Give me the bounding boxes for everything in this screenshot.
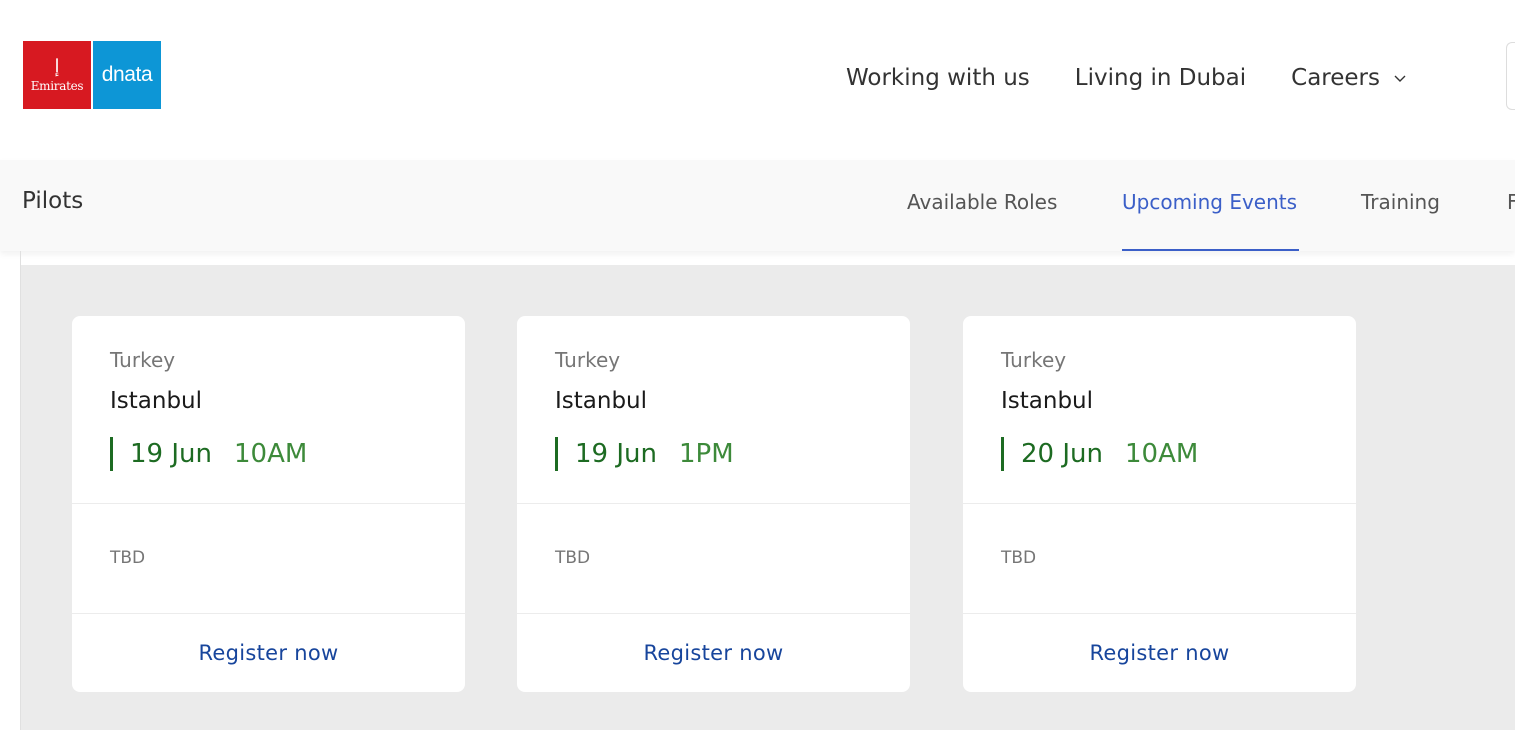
- event-datetime: 19 Jun 1PM: [555, 437, 734, 471]
- card-divider: [963, 503, 1356, 504]
- nav-living-in-dubai[interactable]: Living in Dubai: [1075, 65, 1246, 91]
- event-card: Turkey Istanbul 19 Jun 10AM TBD Register…: [72, 316, 465, 692]
- tab-upcoming-events[interactable]: Upcoming Events: [1122, 190, 1297, 214]
- event-card: Turkey Istanbul 20 Jun 10AM TBD Register…: [963, 316, 1356, 692]
- active-tab-indicator: [1122, 249, 1299, 251]
- tab-truncated[interactable]: F: [1507, 190, 1515, 214]
- nav-careers-label: Careers: [1291, 65, 1380, 91]
- event-date: 19 Jun: [130, 439, 212, 469]
- section-title: Pilots: [22, 188, 84, 214]
- search-box[interactable]: [1506, 42, 1515, 110]
- card-divider: [72, 503, 465, 504]
- tab-available-roles[interactable]: Available Roles: [907, 190, 1057, 214]
- chevron-down-icon: [1394, 75, 1406, 82]
- main-nav: Working with us Living in Dubai Careers: [846, 62, 1406, 94]
- event-country: Turkey: [1001, 348, 1067, 372]
- nav-working-with-us[interactable]: Working with us: [846, 65, 1030, 91]
- event-time: 10AM: [233, 439, 308, 469]
- card-divider: [517, 503, 910, 504]
- event-card-header: Turkey Istanbul 19 Jun 10AM: [72, 316, 465, 504]
- event-city: Istanbul: [110, 388, 203, 414]
- emirates-dnata-logo[interactable]: إ Emirates dnata: [23, 41, 161, 109]
- emirates-calligraphy-icon: إ: [54, 56, 60, 77]
- event-card-header: Turkey Istanbul 20 Jun 10AM: [963, 316, 1356, 504]
- event-date: 20 Jun: [1021, 439, 1103, 469]
- event-venue: TBD: [1001, 548, 1037, 568]
- register-now-link[interactable]: Register now: [963, 614, 1356, 692]
- register-now-link[interactable]: Register now: [72, 614, 465, 692]
- dnata-logo-text: dnata: [101, 63, 153, 86]
- event-time: 10AM: [1124, 439, 1199, 469]
- event-venue: TBD: [555, 548, 591, 568]
- event-city: Istanbul: [1001, 388, 1094, 414]
- event-city: Istanbul: [555, 388, 648, 414]
- dnata-logo: dnata: [93, 41, 161, 109]
- event-country: Turkey: [555, 348, 621, 372]
- register-now-link[interactable]: Register now: [517, 614, 910, 692]
- event-country: Turkey: [110, 348, 176, 372]
- event-datetime: 19 Jun 10AM: [110, 437, 307, 471]
- event-card-header: Turkey Istanbul 19 Jun 1PM: [517, 316, 910, 504]
- emirates-logo-text: Emirates: [30, 79, 84, 93]
- event-venue: TBD: [110, 548, 146, 568]
- emirates-logo: إ Emirates: [23, 41, 91, 109]
- nav-careers[interactable]: Careers: [1291, 65, 1406, 91]
- event-datetime: 20 Jun 10AM: [1001, 437, 1198, 471]
- site-header: إ Emirates dnata Working with us Living …: [0, 0, 1515, 160]
- events-section: Turkey Istanbul 19 Jun 10AM TBD Register…: [21, 265, 1515, 730]
- tab-training[interactable]: Training: [1361, 190, 1440, 214]
- event-card: Turkey Istanbul 19 Jun 1PM TBD Register …: [517, 316, 910, 692]
- section-subnav: Pilots Available Roles Upcoming Events T…: [0, 160, 1515, 251]
- event-date: 19 Jun: [575, 439, 657, 469]
- event-time: 1PM: [678, 439, 734, 469]
